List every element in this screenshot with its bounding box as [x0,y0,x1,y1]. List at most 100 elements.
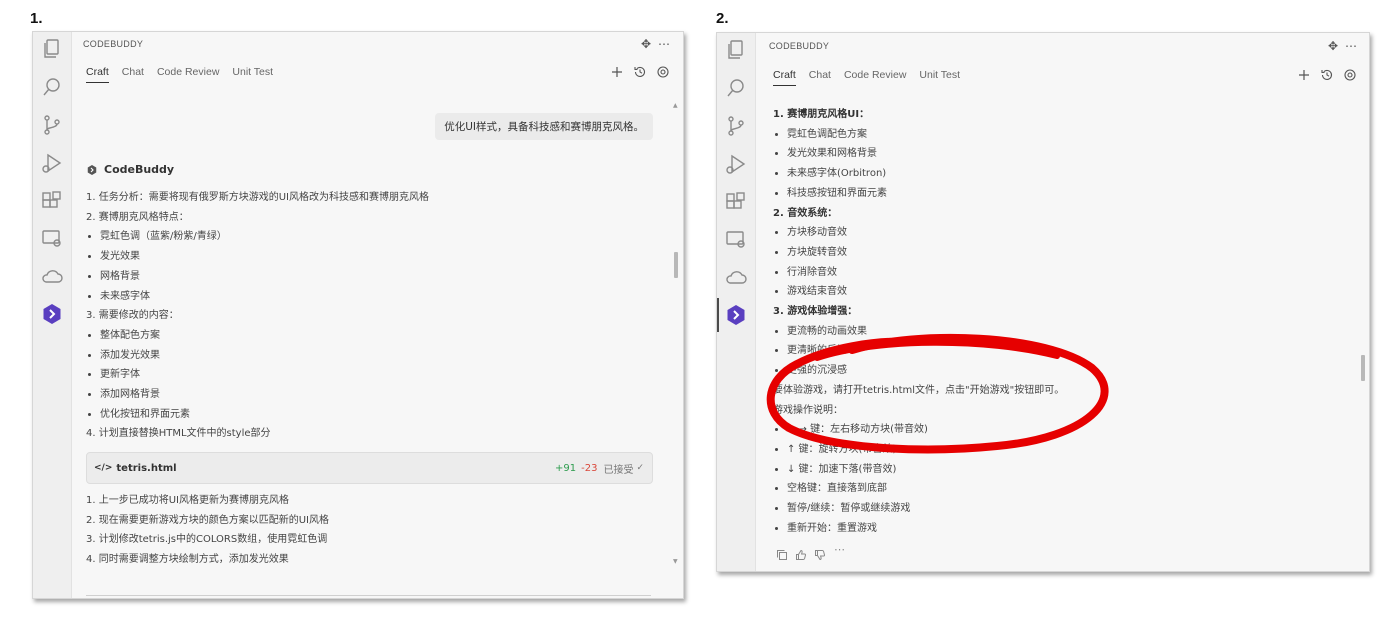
accept-status: 已接受 [603,464,634,476]
bullet-item: 未来感字体 [86,287,429,307]
scroll-up-icon[interactable]: ▲ [673,102,678,109]
history-icon[interactable] [633,64,647,78]
cloud-icon[interactable] [724,266,748,290]
remote-explorer-icon[interactable] [724,228,748,252]
tab-craft[interactable]: Craft [86,66,109,83]
tab-bar: Craft Chat Code Review Unit Test [86,66,286,83]
bullet-item: 方块旋转音效 [773,243,1064,263]
bullet-item: 发光效果 [86,247,429,267]
tab-chat[interactable]: Chat [809,69,831,86]
bullet-item: 未来感字体(Orbitron) [773,164,1064,184]
bullet-item: 更新字体 [86,365,429,385]
app-title: CODEBUDDY [83,39,144,49]
tab-craft[interactable]: Craft [773,69,796,86]
tab-chat[interactable]: Chat [122,66,144,83]
bullet-item: 空格键：直接落到底部 [773,479,1064,499]
source-control-icon[interactable] [40,113,64,137]
tab-bar: Craft Chat Code Review Unit Test [773,69,973,86]
scroll-down-icon[interactable]: ▼ [673,558,678,565]
text-line: 3. 计划修改tetris.js中的COLORS数组，使用霓虹色调 [86,534,328,546]
move-icon[interactable]: ✥ [1326,39,1340,53]
text-line: 4. 同时需要调整方块绘制方式，添加发光效果 [86,554,289,566]
bullet-item: 发光效果和网格背景 [773,144,1064,164]
text-line: 3. 需要修改的内容： [86,310,179,322]
bot-name: CodeBuddy [104,163,175,176]
bullet-item: 网格背景 [86,267,429,287]
bot-response-continued: 1. 上一步已成功将UI风格更新为赛博朋克风格 2. 现在需要更新游戏方块的颜色方… [86,491,329,570]
search-icon[interactable] [724,76,748,100]
input-divider [86,595,651,596]
scrollbar-thumb[interactable] [1361,355,1365,381]
more-actions-icon[interactable]: ⋯ [657,37,671,51]
codebuddy-logo-icon[interactable] [724,303,748,327]
more-icon[interactable]: ⋯ [834,544,846,556]
bullet-item: 添加发光效果 [86,346,429,366]
bot-logo-icon [87,164,97,175]
bot-response: 1. 赛博朋克风格UI： 霓虹色调配色方案 发光效果和网格背景 未来感字体(Orbit… [773,105,1064,538]
file-name: tetris.html [116,462,177,474]
figure-label-1: 1. [30,10,43,27]
cloud-icon[interactable] [40,265,64,289]
bullet-item: 行消除音效 [773,263,1064,283]
text-line: 2. 现在需要更新游戏方块的颜色方案以匹配新的UI风格 [86,514,329,526]
remote-explorer-icon[interactable] [40,227,64,251]
app-title: CODEBUDDY [769,41,830,51]
extensions-icon[interactable] [40,189,64,213]
add-icon[interactable] [610,64,624,78]
thumbs-up-icon[interactable] [795,546,807,560]
explorer-icon[interactable] [724,38,748,62]
extensions-icon[interactable] [724,190,748,214]
tab-code-review[interactable]: Code Review [157,66,219,83]
copy-icon[interactable] [776,546,788,560]
text-line: 1. 赛博朋克风格UI： [773,109,870,120]
bullet-item: 霓虹色调配色方案 [773,125,1064,145]
bullet-item: 方块移动音效 [773,223,1064,243]
text-line: 1. 任务分析：需要将现有俄罗斯方块游戏的UI风格改为科技感和赛博朋克风格 [86,192,429,203]
explorer-icon[interactable] [40,37,64,61]
settings-icon[interactable] [656,64,670,78]
bullet-item: 优化按钮和界面元素 [86,405,429,425]
run-debug-icon[interactable] [40,151,64,175]
text-line: 3. 游戏体验增强： [773,306,858,318]
text-line: 2. 音效系统： [773,207,838,219]
text-line: 4. 计划直接替换HTML文件中的style部分 [86,428,271,440]
run-debug-icon[interactable] [724,152,748,176]
figure-label-2: 2. [716,10,729,27]
panel-1: CODEBUDDY ✥ ⋯ Craft Chat Code Review Uni… [32,31,684,599]
bullet-item: 整体配色方案 [86,326,429,346]
tab-unit-test[interactable]: Unit Test [919,69,960,86]
add-icon[interactable] [1297,67,1311,81]
source-control-icon[interactable] [724,114,748,138]
move-icon[interactable]: ✥ [639,37,653,51]
text-line: 1. 上一步已成功将UI风格更新为赛博朋克风格 [86,495,289,506]
settings-icon[interactable] [1343,67,1357,81]
more-actions-icon[interactable]: ⋯ [1344,39,1358,53]
tab-code-review[interactable]: Code Review [844,69,906,86]
bot-response: 1. 任务分析：需要将现有俄罗斯方块游戏的UI风格改为科技感和赛博朋克风格 2. … [86,188,429,444]
scrollbar-thumb[interactable] [674,252,678,278]
search-icon[interactable] [40,75,64,99]
bullet-item: 暂停/继续：暂停或继续游戏 [773,499,1064,519]
history-icon[interactable] [1320,67,1334,81]
text-line: 2. 赛博朋克风格特点： [86,211,189,223]
bullet-item: 科技感按钮和界面元素 [773,184,1064,204]
tab-unit-test[interactable]: Unit Test [232,66,273,83]
user-message: 优化UI样式，具备科技感和赛博朋克风格。 [435,113,653,140]
codebuddy-logo-icon[interactable] [40,302,64,326]
file-change-card[interactable]: </> tetris.html +91 -23 已接受 ✓ [86,452,653,484]
lines-removed: -23 [581,462,598,474]
bullet-item: 添加网格背景 [86,385,429,405]
bullet-item: 游戏结束音效 [773,282,1064,302]
lines-added: +91 [555,462,577,474]
bullet-item: 重新开始：重置游戏 [773,519,1064,539]
active-indicator [717,298,719,332]
code-file-icon: </> [94,463,113,473]
activity-bar [33,32,72,598]
annotation-circle [766,333,1109,454]
check-icon: ✓ [636,463,644,473]
bot-header: CodeBuddy [86,163,174,176]
activity-bar [717,33,756,571]
thumbs-down-icon[interactable] [814,546,826,561]
bullet-item: 霓虹色调（蓝紫/粉紫/青绿） [86,227,429,247]
panel-2: CODEBUDDY ✥ ⋯ Craft Chat Code Review Uni… [716,32,1370,572]
